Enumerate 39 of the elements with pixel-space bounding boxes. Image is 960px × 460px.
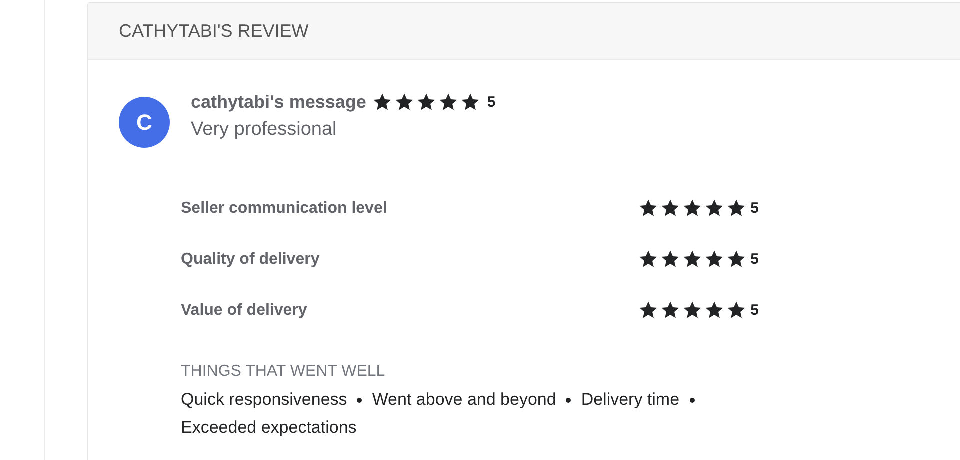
review-text: Very professional xyxy=(191,119,338,141)
highlight-tag: Quick responsiveness xyxy=(181,389,348,411)
star-icon xyxy=(660,198,681,219)
star-icon xyxy=(460,92,482,113)
star-icon xyxy=(682,198,703,219)
rating-label: Seller communication level xyxy=(181,200,388,218)
star-icon xyxy=(682,249,703,270)
rating-value: 5 xyxy=(750,251,759,268)
star-icon xyxy=(438,92,460,113)
rating-label: Value of delivery xyxy=(181,302,308,320)
star-icon xyxy=(704,198,725,219)
rating-value: 5 xyxy=(750,302,759,319)
star-icon xyxy=(638,249,659,270)
star-icon xyxy=(660,300,681,321)
highlight-tag: Exceeded expectations xyxy=(181,417,357,439)
separator-dot xyxy=(357,398,362,402)
star-icon xyxy=(682,300,703,321)
message-title: cathytabi's message xyxy=(191,92,366,113)
star-icon xyxy=(726,300,747,321)
star-icon xyxy=(704,249,725,270)
star-icon xyxy=(726,198,747,219)
separator-dot xyxy=(566,398,572,402)
star-icon xyxy=(638,300,659,321)
star-icon xyxy=(416,92,438,113)
star-icon xyxy=(638,198,659,219)
section-heading: THINGS THAT WENT WELL xyxy=(181,363,386,381)
separator-dot xyxy=(690,398,695,402)
rating-value: 5 xyxy=(750,200,759,217)
star-icon xyxy=(372,92,394,113)
rating-label: Quality of delivery xyxy=(181,250,320,268)
star-icon xyxy=(726,249,747,270)
highlight-tag: Delivery time xyxy=(581,389,680,411)
avatar: C xyxy=(119,97,170,148)
star-icon xyxy=(704,300,725,321)
highlight-tag: Went above and beyond xyxy=(372,389,556,411)
rating-value: 5 xyxy=(487,94,496,111)
review-title: CATHYTABI'S REVIEW xyxy=(119,20,309,42)
star-icon xyxy=(394,92,416,113)
star-icon xyxy=(660,249,681,270)
